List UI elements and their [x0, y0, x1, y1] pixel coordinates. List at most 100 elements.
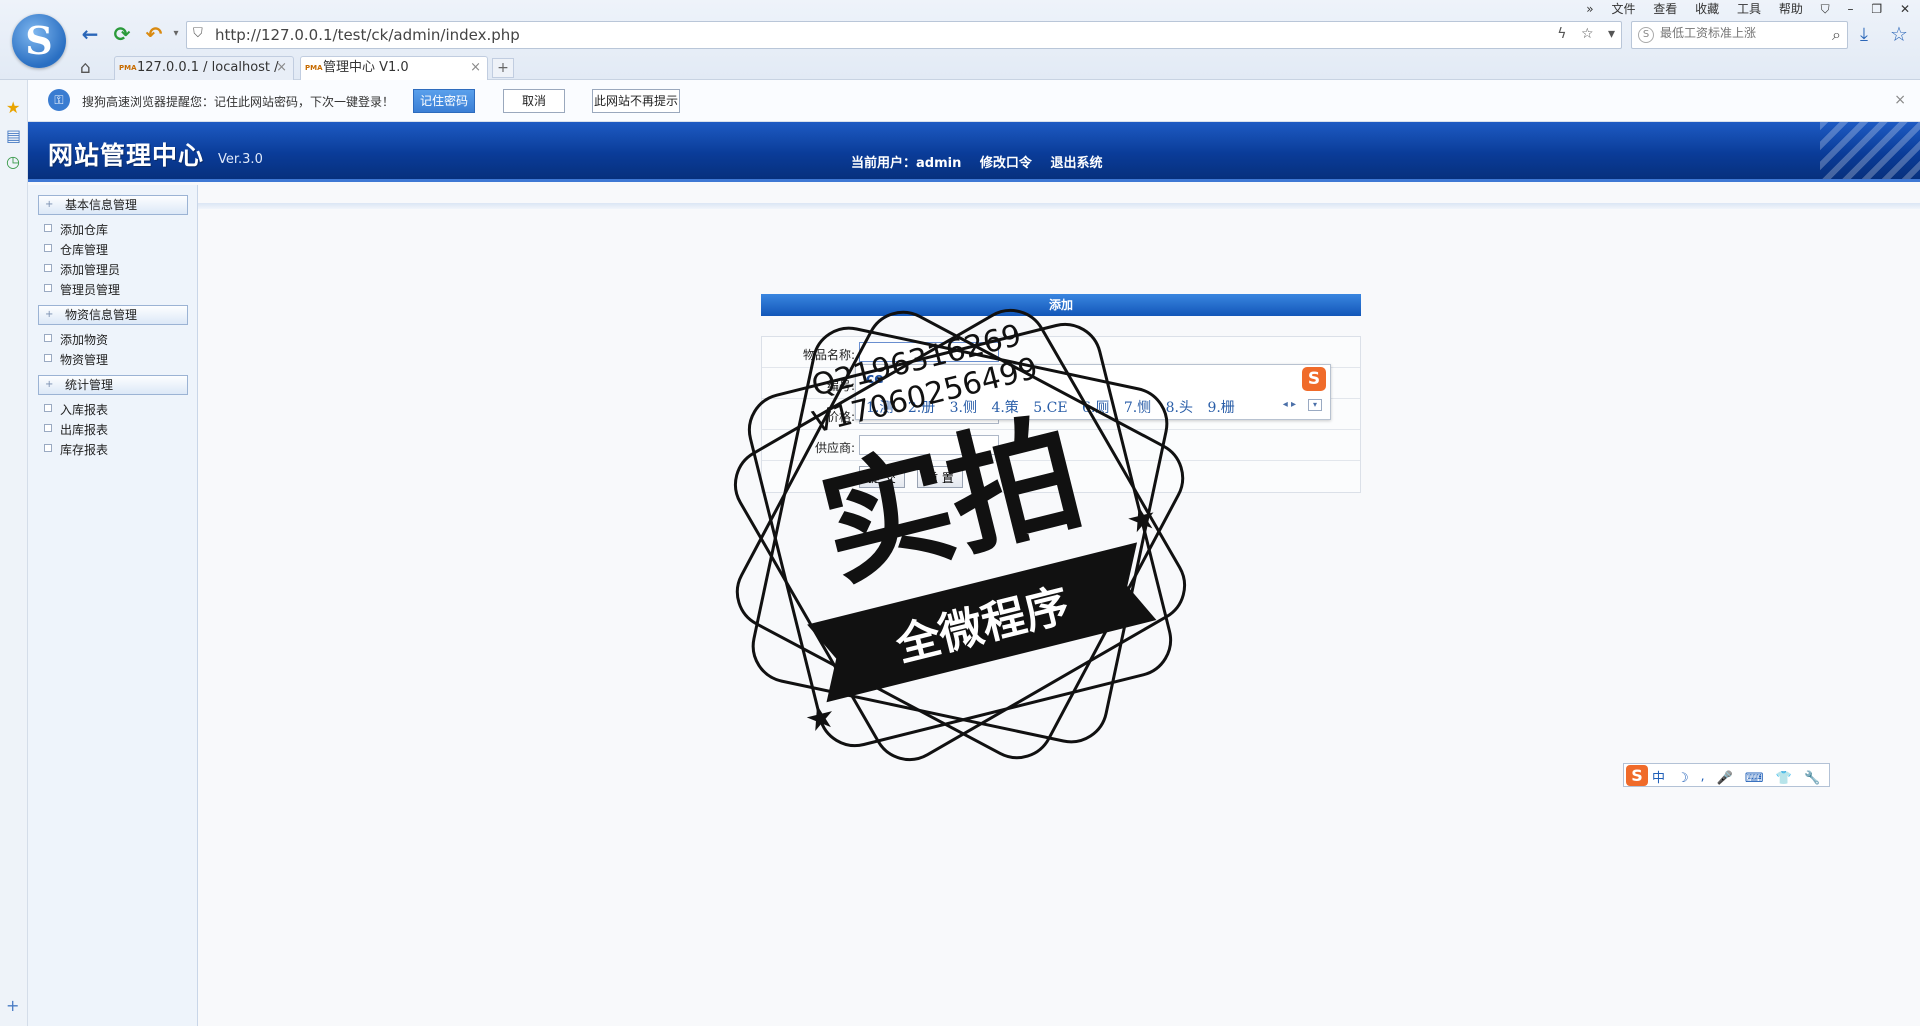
- close-tab-icon[interactable]: ×: [276, 57, 287, 79]
- sidebar-item-label: 添加仓库: [60, 223, 109, 237]
- search-engine-icon[interactable]: S: [1638, 27, 1654, 43]
- ime-candidate[interactable]: 7.恻: [1124, 400, 1151, 416]
- dropdown-icon[interactable]: ▾: [1608, 26, 1615, 42]
- submit-button[interactable]: 提 交: [859, 466, 905, 488]
- punctuation-icon[interactable]: ⸴: [1701, 771, 1708, 786]
- refresh-icon[interactable]: ⟳: [110, 22, 134, 46]
- sogou-ime-logo-icon: S: [1302, 367, 1326, 391]
- admin-page: 网站管理中心 Ver.3.0 当前用户：admin 修改口令 退出系统 + 基本信…: [28, 122, 1920, 1026]
- reset-button[interactable]: 重 置: [917, 466, 963, 488]
- lightning-icon[interactable]: ϟ: [1557, 26, 1566, 42]
- half-width-icon[interactable]: ☽: [1677, 771, 1693, 786]
- history-icon[interactable]: ◷: [6, 152, 20, 171]
- close-tab-icon[interactable]: ×: [470, 57, 481, 79]
- settings-icon[interactable]: 🔧: [1804, 771, 1824, 786]
- section-label: 统计管理: [65, 378, 114, 392]
- close-window-icon[interactable]: ✕: [1900, 2, 1910, 16]
- home-icon[interactable]: ⌂: [80, 58, 91, 78]
- bullet-icon: [44, 224, 52, 232]
- bullet-icon: [44, 244, 52, 252]
- field-label: 供应商:: [814, 441, 855, 455]
- skin-icon[interactable]: 👕: [1776, 771, 1796, 786]
- change-password-link[interactable]: 修改口令: [980, 156, 1032, 171]
- ime-page-arrows-icon[interactable]: ◂ ▸: [1283, 399, 1296, 410]
- undo-dropdown-icon[interactable]: ▾: [164, 22, 188, 46]
- sogou-ime-logo-icon[interactable]: S: [1626, 765, 1648, 786]
- address-bar[interactable]: ⛉ http://127.0.0.1/test/ck/admin/index.p…: [186, 21, 1622, 49]
- side-dock: ★ ▤ ◷ +: [0, 80, 28, 1026]
- sogou-logo-icon[interactable]: S: [12, 14, 66, 68]
- sidebar-item-stock-report[interactable]: 库存报表: [44, 441, 108, 458]
- address-actions[interactable]: ϟ ☆ ▾: [1557, 26, 1615, 42]
- sidebar-section-stats[interactable]: + 统计管理: [38, 375, 188, 395]
- search-input[interactable]: [1660, 26, 1810, 40]
- reader-icon[interactable]: ▤: [6, 126, 21, 145]
- new-tab-button[interactable]: +: [492, 58, 514, 78]
- field-label: 价格:: [826, 410, 855, 424]
- sidebar-item-admin-manage[interactable]: 管理员管理: [44, 281, 120, 298]
- restore-icon[interactable]: ❐: [1871, 2, 1882, 16]
- sidebar-item-warehouse-manage[interactable]: 仓库管理: [44, 241, 108, 258]
- sidebar-item-outbound-report[interactable]: 出库报表: [44, 421, 108, 438]
- keyboard-icon[interactable]: ⌨: [1745, 771, 1768, 786]
- sidebar-item-add-material[interactable]: 添加物资: [44, 331, 108, 348]
- search-icon[interactable]: ⌕: [1832, 25, 1841, 45]
- item-name-input[interactable]: [859, 342, 999, 362]
- ime-candidate[interactable]: 8.头: [1166, 400, 1193, 416]
- sidebar-section-materials[interactable]: + 物资信息管理: [38, 305, 188, 325]
- supplier-input[interactable]: [859, 435, 999, 455]
- menu-view[interactable]: 查看: [1653, 2, 1677, 16]
- sidebar-item-label: 仓库管理: [60, 243, 109, 257]
- chinese-mode-icon[interactable]: 中: [1652, 771, 1669, 786]
- star-icon[interactable]: ☆: [1581, 26, 1594, 42]
- remember-password-button[interactable]: 记住密码: [413, 89, 475, 113]
- search-box[interactable]: S ⌕: [1631, 21, 1848, 49]
- sidebar-item-label: 库存报表: [60, 443, 109, 457]
- add-dock-icon[interactable]: +: [6, 996, 19, 1015]
- url-text[interactable]: http://127.0.0.1/test/ck/admin/index.php: [215, 26, 520, 44]
- ime-candidate[interactable]: 5.CE: [1033, 400, 1067, 416]
- back-icon[interactable]: ←: [78, 22, 102, 46]
- sidebar-item-add-warehouse[interactable]: 添加仓库: [44, 221, 108, 238]
- ime-expand-icon[interactable]: ▾: [1308, 399, 1322, 411]
- favorites-star-icon[interactable]: ★: [6, 98, 20, 117]
- admin-header: 网站管理中心 Ver.3.0 当前用户：admin 修改口令 退出系统: [28, 122, 1920, 182]
- download-icon[interactable]: ⤓: [1860, 24, 1868, 45]
- menu-favorites[interactable]: 收藏: [1695, 2, 1719, 16]
- tab-admin[interactable]: PMA 管理中心 V1.0 ×: [300, 56, 488, 80]
- microphone-icon[interactable]: 🎤: [1717, 771, 1737, 786]
- current-user-label: 当前用户：: [851, 156, 917, 171]
- tab-localhost[interactable]: PMA 127.0.0.1 / localhost / ×: [114, 56, 294, 80]
- menu-help[interactable]: 帮助: [1779, 2, 1803, 16]
- menu-file[interactable]: 文件: [1611, 2, 1635, 16]
- ime-candidate[interactable]: 1.测: [866, 400, 893, 416]
- logout-link[interactable]: 退出系统: [1050, 156, 1102, 171]
- main-content: 添加 物品名称: 编号: 价格: 供应商: 提 交 重 置: [198, 185, 1920, 1026]
- close-notification-icon[interactable]: ×: [1894, 92, 1906, 108]
- skin-icon[interactable]: ⛉: [1821, 2, 1830, 16]
- favorites-icon[interactable]: ☆: [1890, 22, 1908, 46]
- ime-candidate[interactable]: 6.厕: [1082, 400, 1109, 416]
- ime-candidate[interactable]: 9.栅: [1207, 400, 1234, 416]
- sidebar-section-basic[interactable]: + 基本信息管理: [38, 195, 188, 215]
- ime-candidate[interactable]: 2.册: [908, 400, 935, 416]
- sidebar-item-inbound-report[interactable]: 入库报表: [44, 401, 108, 418]
- menu-tools[interactable]: 工具: [1737, 2, 1761, 16]
- bullet-icon: [44, 334, 52, 342]
- cancel-button[interactable]: 取消: [503, 89, 565, 113]
- pma-favicon-icon: PMA: [305, 64, 323, 72]
- ime-candidate[interactable]: 4.策: [991, 400, 1018, 416]
- tab-label: 127.0.0.1 / localhost /: [137, 60, 279, 75]
- minimize-icon[interactable]: –: [1848, 2, 1854, 16]
- never-remind-button[interactable]: 此网站不再提示: [592, 89, 680, 113]
- ime-candidate[interactable]: 3.侧: [950, 400, 977, 416]
- sidebar-item-label: 物资管理: [60, 353, 109, 367]
- current-user-name: admin: [916, 156, 962, 171]
- sidebar-item-material-manage[interactable]: 物资管理: [44, 351, 108, 368]
- undo-icon[interactable]: ↶: [142, 22, 166, 46]
- menu-expand[interactable]: »: [1586, 2, 1593, 16]
- bullet-icon: [44, 284, 52, 292]
- sidebar-item-label: 添加管理员: [60, 263, 121, 277]
- sidebar-item-add-admin[interactable]: 添加管理员: [44, 261, 120, 278]
- bullet-icon: [44, 444, 52, 452]
